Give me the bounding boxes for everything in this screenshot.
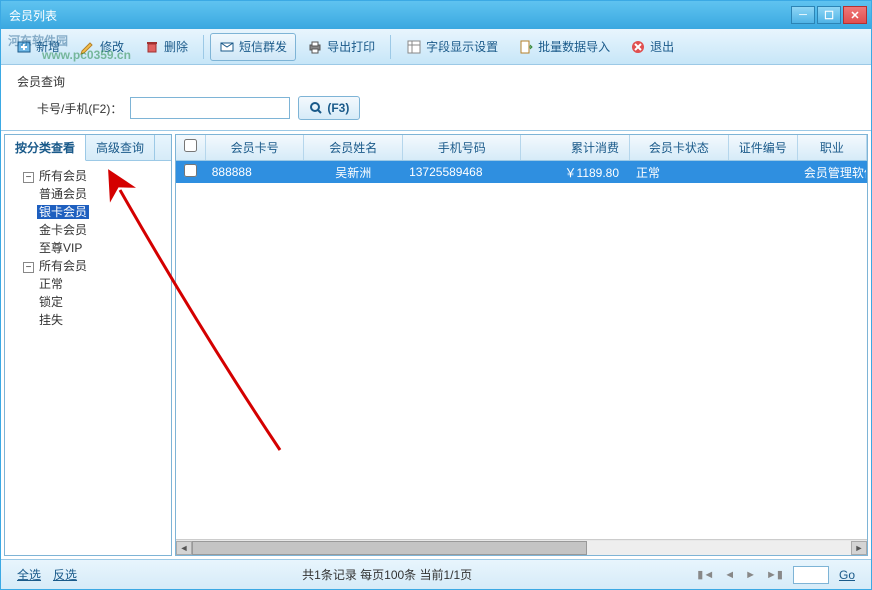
next-page-icon[interactable]: ► (745, 569, 756, 581)
separator (390, 35, 391, 59)
horizontal-scrollbar[interactable]: ◄ ► (176, 539, 867, 555)
sms-label: 短信群发 (239, 38, 287, 55)
col-status[interactable]: 会员卡状态 (630, 135, 729, 160)
select-all-checkbox[interactable] (184, 139, 197, 152)
pencil-icon (80, 39, 96, 55)
exit-label: 退出 (650, 38, 674, 55)
delete-label: 删除 (164, 38, 188, 55)
invert-link[interactable]: 反选 (53, 566, 77, 583)
collapse-icon[interactable]: − (23, 262, 34, 273)
exit-button[interactable]: 退出 (621, 33, 683, 61)
col-card[interactable]: 会员卡号 (206, 135, 305, 160)
maximize-button[interactable]: ☐ (817, 6, 841, 24)
search-group-title: 会员查询 (17, 73, 855, 90)
new-button[interactable]: 新增 (7, 33, 69, 61)
mail-icon (219, 39, 235, 55)
tree-item[interactable]: −所有会员 正常 锁定 挂失 (23, 257, 167, 329)
scroll-right-icon[interactable]: ► (851, 541, 867, 555)
cell-card: 888888 (206, 163, 305, 181)
footer: 全选 反选 共1条记录 每页100条 当前1/1页 ▮◄ ◄ ► ►▮ Go (1, 559, 871, 589)
cell-phone: 13725589468 (403, 163, 521, 181)
prev-page-icon[interactable]: ◄ (724, 569, 735, 581)
tree-item[interactable]: 普通会员 (37, 185, 167, 203)
collapse-icon[interactable]: − (23, 172, 34, 183)
window-title: 会员列表 (5, 7, 791, 24)
first-page-icon[interactable]: ▮◄ (697, 568, 714, 581)
tree-item[interactable]: 银卡会员 (37, 203, 167, 221)
search-button[interactable]: (F3) (298, 96, 360, 120)
fields-icon (406, 39, 422, 55)
export-label: 导出打印 (327, 38, 375, 55)
select-all-link[interactable]: 全选 (17, 566, 41, 583)
tree-item[interactable]: 正常 (37, 275, 167, 293)
toolbar: 新增 修改 删除 短信群发 导出打印 字段显示设置 批量数据导入 (1, 29, 871, 65)
go-link[interactable]: Go (839, 568, 855, 582)
grid-panel: 会员卡号 会员姓名 手机号码 累计消费 会员卡状态 证件编号 职业 888888… (175, 134, 868, 556)
scroll-left-icon[interactable]: ◄ (176, 541, 192, 555)
last-page-icon[interactable]: ►▮ (766, 568, 783, 581)
tab-advanced[interactable]: 高级查询 (86, 135, 155, 160)
tree-item[interactable]: −所有会员 普通会员 银卡会员 金卡会员 至尊VIP (23, 167, 167, 257)
cell-name: 吴新洲 (304, 162, 403, 183)
tree-item[interactable]: 锁定 (37, 293, 167, 311)
tab-category[interactable]: 按分类查看 (5, 135, 86, 161)
left-panel: 按分类查看 高级查询 −所有会员 普通会员 银卡会员 金卡会员 至尊VIP −所… (4, 134, 172, 556)
titlebar: 会员列表 ─ ☐ ✕ (1, 1, 871, 29)
scroll-thumb[interactable] (192, 541, 587, 555)
col-idno[interactable]: 证件编号 (729, 135, 798, 160)
fields-label: 字段显示设置 (426, 38, 498, 55)
grid-body[interactable]: 888888 吴新洲 13725589468 ￥1189.80 正常 会员管理软… (176, 161, 867, 539)
fields-button[interactable]: 字段显示设置 (397, 33, 507, 61)
search-section: 会员查询 卡号/手机(F2)： (F3) (1, 65, 871, 130)
cell-status: 正常 (630, 162, 729, 183)
plus-icon (16, 39, 32, 55)
tree-item[interactable]: 至尊VIP (37, 239, 167, 257)
separator (203, 35, 204, 59)
search-label: 卡号/手机(F2)： (37, 100, 122, 117)
table-row[interactable]: 888888 吴新洲 13725589468 ￥1189.80 正常 会员管理软… (176, 161, 867, 183)
col-phone[interactable]: 手机号码 (403, 135, 521, 160)
import-icon (518, 39, 534, 55)
col-job[interactable]: 职业 (798, 135, 867, 160)
col-checkbox[interactable] (176, 135, 206, 160)
import-label: 批量数据导入 (538, 38, 610, 55)
search-button-label: (F3) (327, 101, 349, 115)
import-button[interactable]: 批量数据导入 (509, 33, 619, 61)
search-input[interactable] (130, 97, 290, 119)
delete-icon (144, 39, 160, 55)
cell-idno (729, 170, 798, 174)
close-button[interactable]: ✕ (843, 6, 867, 24)
tree-item[interactable]: 金卡会员 (37, 221, 167, 239)
row-checkbox[interactable] (184, 164, 197, 177)
minimize-button[interactable]: ─ (791, 6, 815, 24)
page-input[interactable] (793, 566, 829, 584)
search-icon (309, 101, 323, 115)
record-info: 共1条记录 每页100条 当前1/1页 (97, 566, 677, 583)
tree: −所有会员 普通会员 银卡会员 金卡会员 至尊VIP −所有会员 正常 锁定 挂… (5, 161, 171, 555)
cell-spend: ￥1189.80 (521, 162, 630, 183)
edit-button[interactable]: 修改 (71, 33, 133, 61)
edit-label: 修改 (100, 38, 124, 55)
exit-icon (630, 39, 646, 55)
pager: ▮◄ ◄ ► ►▮ Go (697, 566, 855, 584)
grid-header: 会员卡号 会员姓名 手机号码 累计消费 会员卡状态 证件编号 职业 (176, 135, 867, 161)
export-button[interactable]: 导出打印 (298, 33, 384, 61)
new-label: 新增 (36, 38, 60, 55)
tree-item[interactable]: 挂失 (37, 311, 167, 329)
sms-button[interactable]: 短信群发 (210, 33, 296, 61)
printer-icon (307, 39, 323, 55)
cell-job: 会员管理软件 (798, 162, 867, 183)
col-name[interactable]: 会员姓名 (304, 135, 403, 160)
col-spend[interactable]: 累计消费 (521, 135, 630, 160)
delete-button[interactable]: 删除 (135, 33, 197, 61)
